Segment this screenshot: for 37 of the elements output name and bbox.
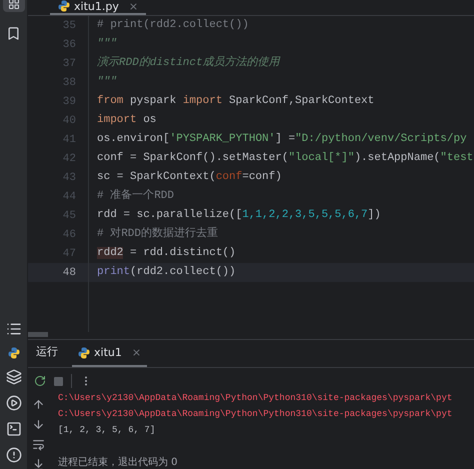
code-line: # 准备一个RDD <box>88 187 474 206</box>
project-icon[interactable] <box>2 0 24 12</box>
run-icon[interactable] <box>6 395 22 411</box>
stop-icon[interactable] <box>54 376 63 386</box>
python-icon <box>58 0 70 12</box>
exit-message: 进程已结束，退出代码为 0 <box>57 456 179 469</box>
code-line: # print(rdd2.collect()) <box>88 16 474 35</box>
console-line: C:\Users\y2130\AppData\Roaming\Python\Python310\site-packages\pyspark\pyt <box>57 408 454 421</box>
file-tab[interactable]: xitu1.py × <box>50 0 146 15</box>
python-icon <box>8 347 20 359</box>
code-line: conf = SparkConf().setMaster("local[*]").setAppName("test <box>88 149 474 168</box>
terminal-icon[interactable] <box>6 421 22 437</box>
code-line: """ <box>88 73 474 92</box>
code-line: import os <box>88 111 474 130</box>
down-arrow-icon[interactable] <box>32 418 44 431</box>
line-number: 48 <box>62 266 77 278</box>
warning-icon[interactable] <box>6 447 22 463</box>
code-line: sc = SparkContext(conf=conf) <box>88 168 474 187</box>
up-arrow-icon[interactable] <box>32 398 44 411</box>
panel-title: 运行 <box>36 344 58 360</box>
rerun-icon[interactable] <box>34 375 46 387</box>
code-line: from pyspark import SparkConf,SparkContext <box>88 92 474 111</box>
run-tab[interactable]: xitu1 × <box>72 346 148 367</box>
code-line: """ <box>88 35 474 54</box>
console-line: C:\Users\y2130\AppData\Roaming\Python\Python310\site-packages\pyspark\pyt <box>57 392 454 405</box>
code-line: rdd = sc.parallelize([1,1,2,2,3,5,5,5,6,7]) <box>88 206 474 225</box>
code-line: 演示RDD的distinct成员方法的使用 <box>88 54 474 73</box>
layers-icon[interactable] <box>6 369 22 385</box>
structure-icon[interactable] <box>6 321 22 337</box>
wrap-icon[interactable] <box>32 438 44 451</box>
code-line: os.environ['PYSPARK_PYTHON'] ="D:/python/venv/Scripts/py <box>88 130 474 149</box>
code-line: print(rdd2.collect()) <box>88 263 474 282</box>
python-icon <box>78 346 90 358</box>
bookmark-icon[interactable] <box>6 26 21 41</box>
scrollbar-thumb[interactable] <box>28 332 48 337</box>
console-line: [1, 2, 3, 5, 6, 7] <box>57 424 156 437</box>
code-line: # 对RDD的数据进行去重 <box>88 225 474 244</box>
